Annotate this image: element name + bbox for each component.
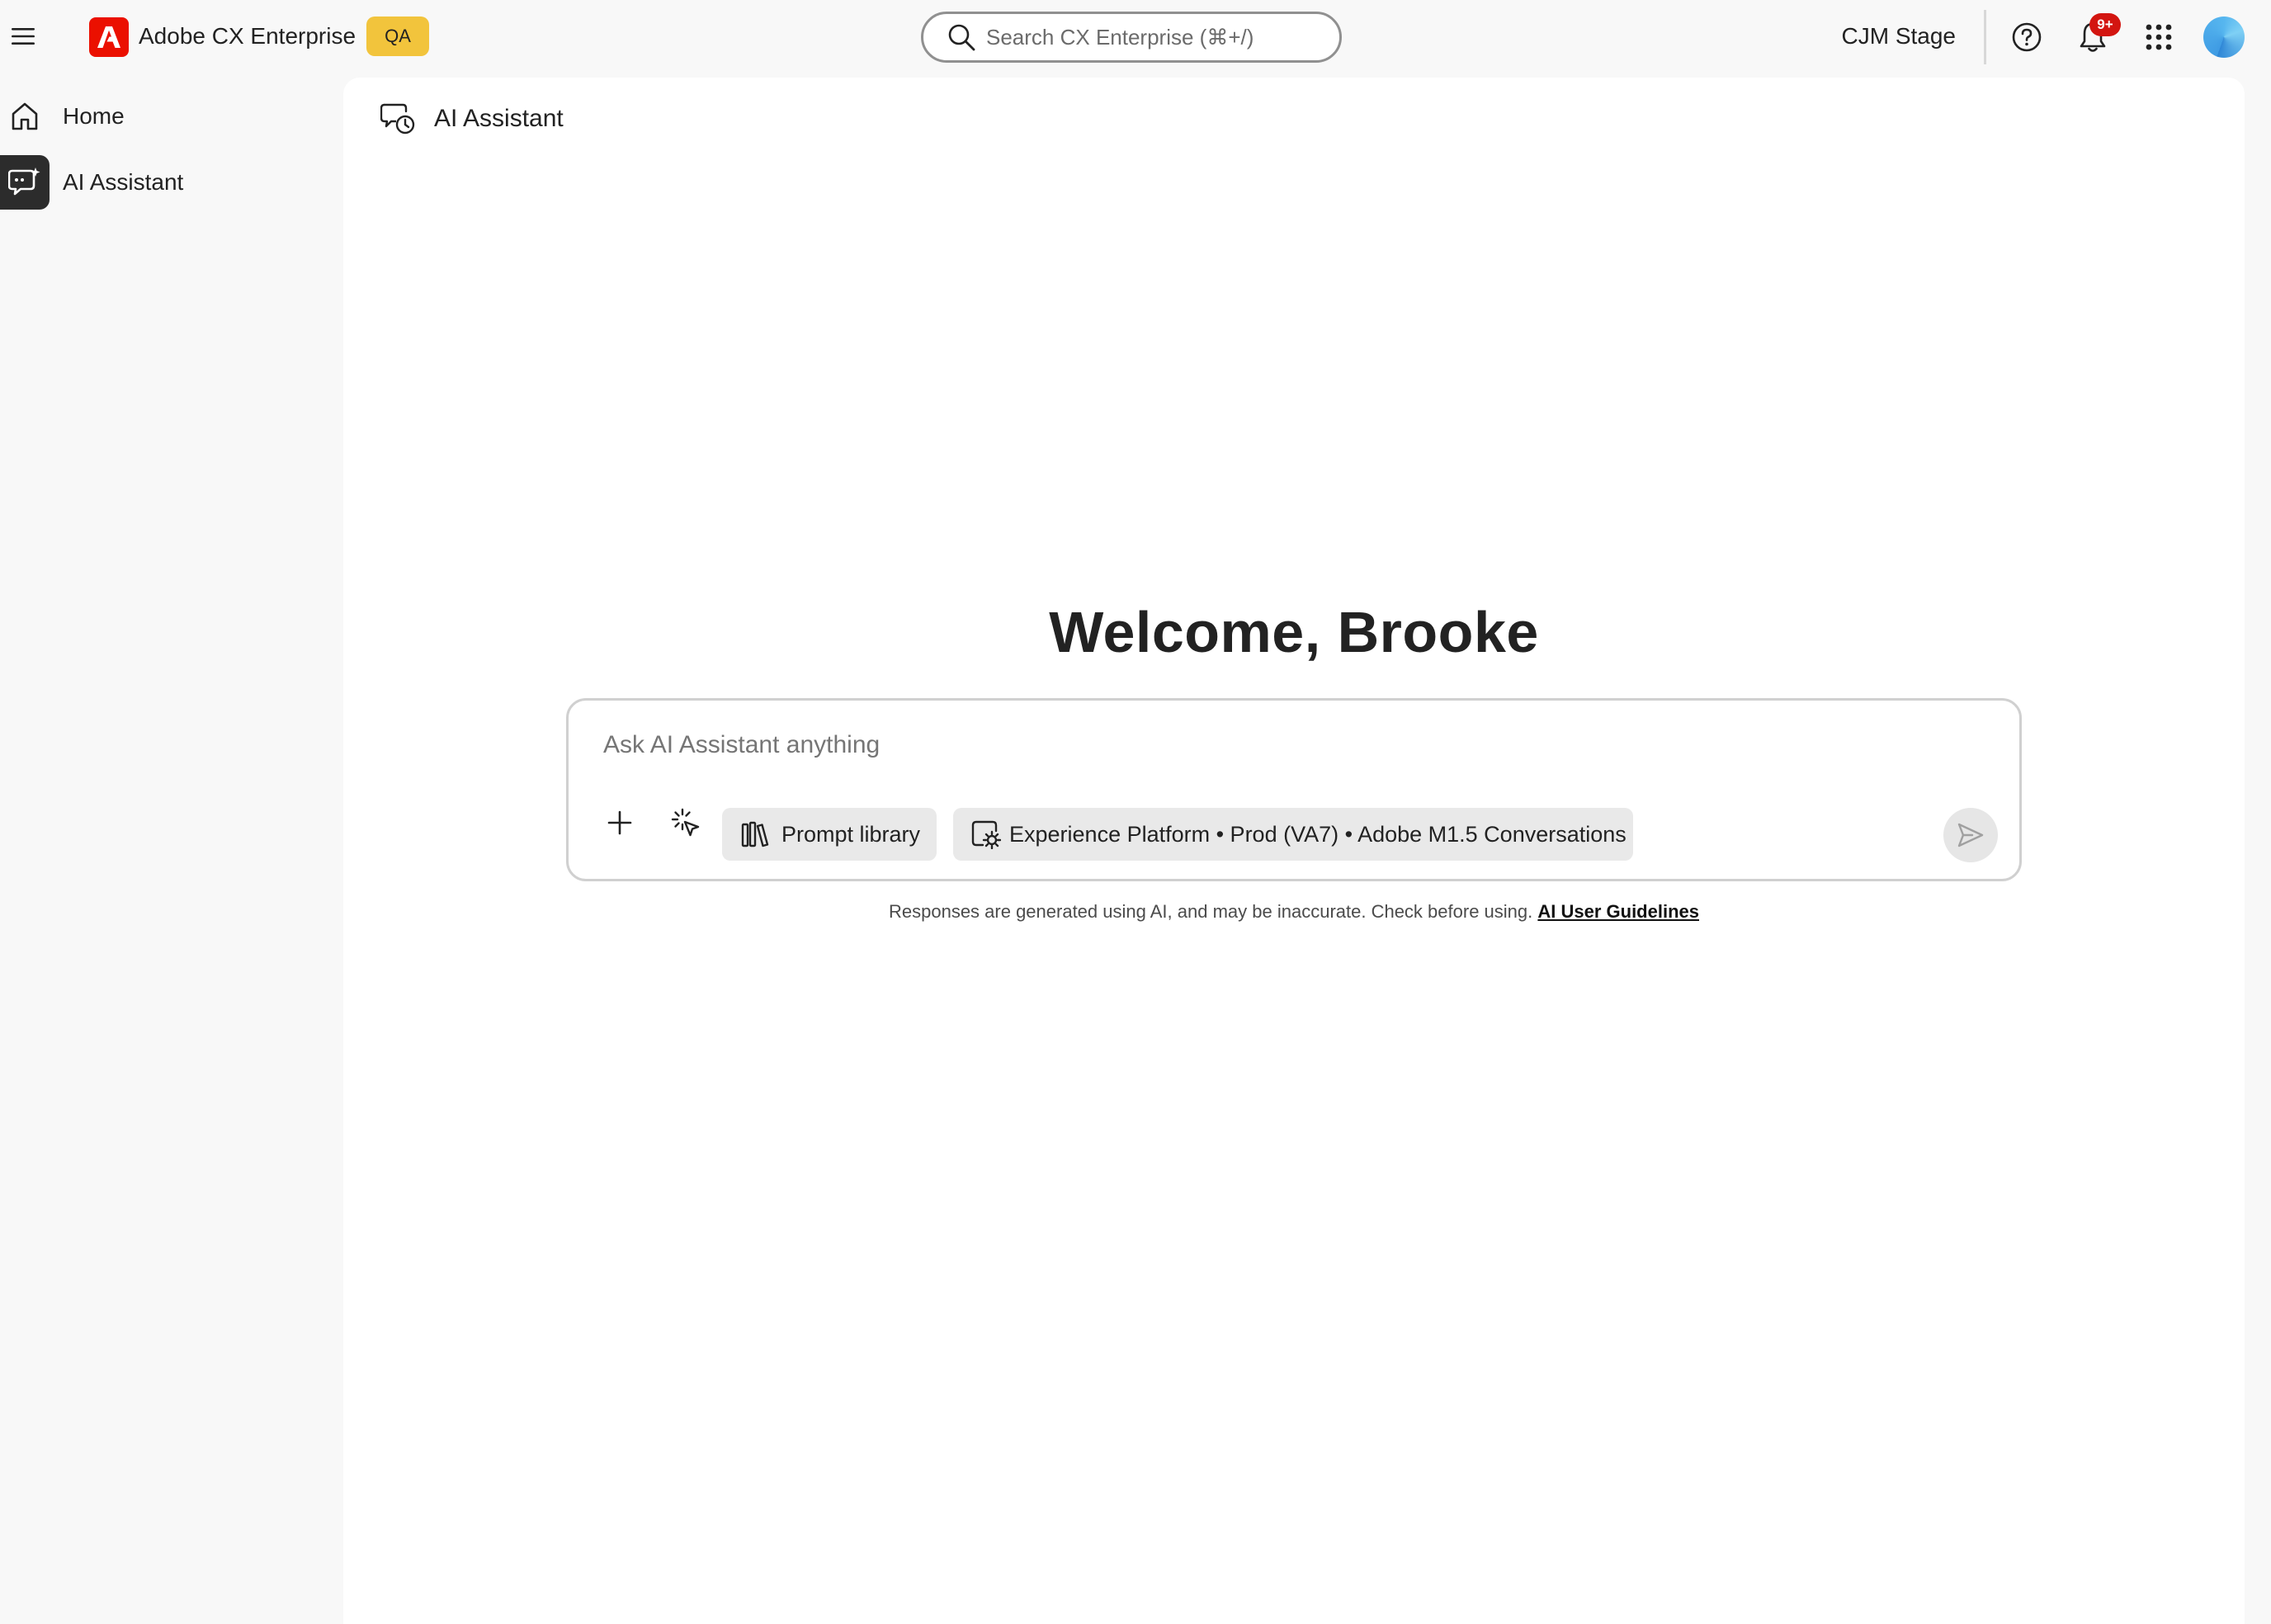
adobe-logo-icon[interactable] — [89, 17, 129, 57]
chat-history-icon[interactable] — [380, 101, 416, 137]
ai-user-guidelines-link[interactable]: AI User Guidelines — [1537, 901, 1699, 922]
app-name[interactable]: Adobe CX Enterprise — [139, 21, 356, 51]
org-switcher[interactable]: CJM Stage — [1832, 21, 1957, 51]
header-divider — [1984, 10, 1986, 64]
home-icon — [0, 89, 50, 144]
sidebar-item-home[interactable]: Home — [0, 89, 330, 144]
send-icon — [1957, 823, 1984, 847]
sidebar: Home AI Assistant — [0, 74, 343, 1624]
help-icon[interactable] — [2007, 17, 2047, 57]
main-panel: AI Assistant Welcome, Brooke Ask AI Assi… — [343, 78, 2245, 1624]
sidebar-item-label: Home — [63, 103, 125, 129]
avatar[interactable] — [2203, 17, 2245, 58]
apps-grid-icon[interactable] — [2139, 17, 2179, 57]
disclaimer-text: Responses are generated using AI, and ma… — [888, 901, 1533, 922]
prompt-input[interactable] — [602, 730, 1988, 760]
sandbox-settings-icon — [970, 818, 1003, 851]
notification-count-badge: 9+ — [2089, 13, 2121, 36]
context-label: Experience Platform • Prod (VA7) • Adobe… — [1009, 821, 1627, 847]
library-icon — [739, 818, 772, 851]
search-icon — [947, 22, 976, 52]
ai-disclaimer: Responses are generated using AI, and ma… — [343, 901, 2245, 923]
top-bar: Adobe CX Enterprise QA Search CX Enterpr… — [0, 0, 2271, 74]
page-header: AI Assistant — [380, 101, 564, 137]
search-input[interactable]: Search CX Enterprise (⌘+/) — [921, 12, 1342, 63]
search-placeholder: Search CX Enterprise (⌘+/) — [986, 24, 1254, 50]
prompt-library-button[interactable]: Prompt library — [722, 808, 937, 861]
page-title: AI Assistant — [434, 105, 564, 132]
sidebar-item-ai-assistant[interactable]: AI Assistant — [0, 155, 330, 210]
ai-assistant-icon — [0, 155, 50, 210]
select-element-button[interactable] — [664, 801, 707, 844]
prompt-library-label: Prompt library — [781, 821, 921, 847]
send-button[interactable] — [1943, 808, 1998, 862]
menu-icon[interactable] — [8, 21, 38, 51]
sparkle-cursor-icon — [671, 808, 700, 837]
add-attachment-button[interactable] — [598, 801, 641, 844]
context-selector-button[interactable]: Experience Platform • Prod (VA7) • Adobe… — [953, 808, 1633, 861]
sidebar-item-label: AI Assistant — [63, 169, 184, 195]
prompt-composer: Prompt library Experience Platform • Pro… — [566, 698, 2022, 881]
plus-icon — [607, 810, 632, 835]
environment-badge: QA — [366, 17, 429, 56]
welcome-heading: Welcome, Brooke — [1049, 600, 1539, 664]
